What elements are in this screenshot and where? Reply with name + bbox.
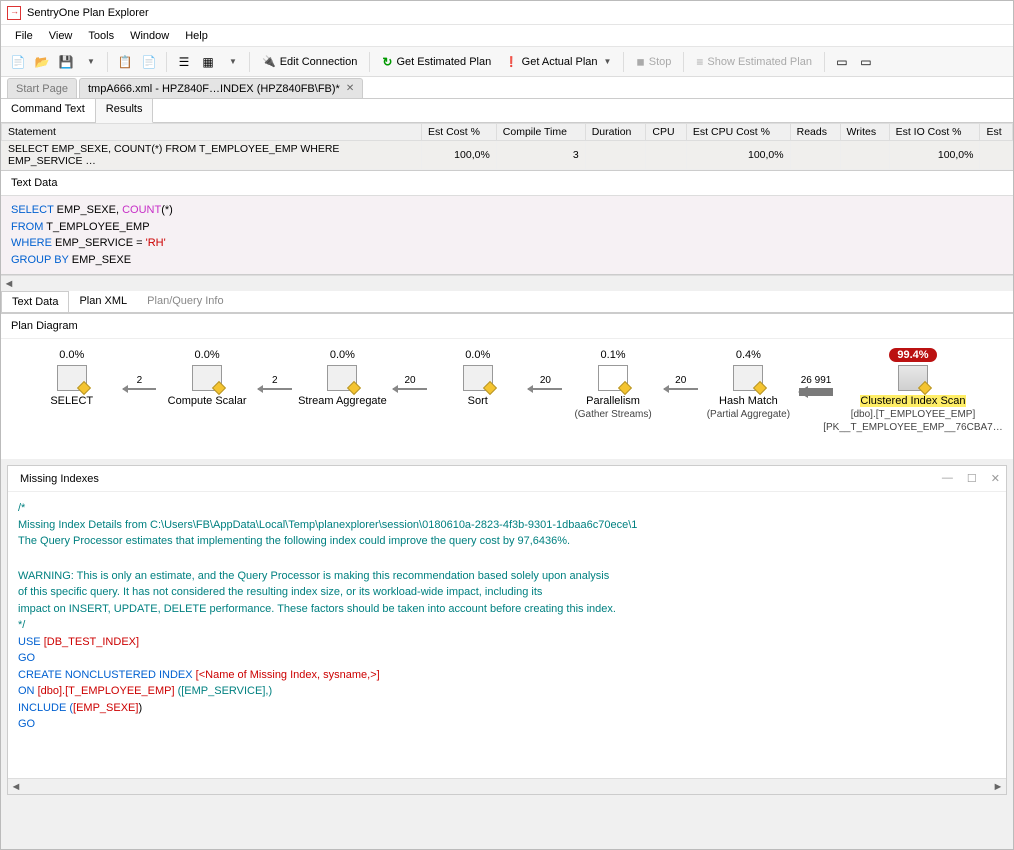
subtabs: Command Text Results [1,99,1013,123]
subtab-command-text[interactable]: Command Text [1,99,96,122]
col-duration[interactable]: Duration [585,124,646,141]
get-actual-plan-button[interactable]: Get Actual Plan▼ [499,51,617,73]
menu-window[interactable]: Window [122,30,177,42]
plan-node-compute-scalar[interactable]: 0.0% Compute Scalar [156,349,258,408]
plan-node-clustered-index-scan[interactable]: 99.4% Clustered Index Scan[dbo].[T_EMPLO… [833,349,993,435]
edit-connection-button[interactable]: Edit Connection [256,51,363,73]
missing-indexes-titlebar: Missing Indexes — ☐ ✕ [8,466,1006,492]
menu-tools[interactable]: Tools [80,30,122,42]
menu-view[interactable]: View [41,30,81,42]
minimize-icon[interactable]: — [942,472,953,485]
menu-file[interactable]: File [7,30,41,42]
plan-node-hash-match[interactable]: 0.4% Hash Match(Partial Aggregate) [698,349,800,421]
copy-button[interactable] [114,51,136,73]
tab-start-page[interactable]: Start Page [7,78,77,98]
text-data-header: Text Data [1,170,1013,196]
plan-arrow: 2 [258,375,292,390]
get-estimated-plan-button[interactable]: Get Estimated Plan [376,51,497,73]
maximize-icon[interactable]: ☐ [967,472,977,485]
view-mode-2-button[interactable] [855,51,877,73]
tab-active-file[interactable]: tmpA666.xml - HPZ840F…INDEX (HPZ840FB\FB… [79,78,363,98]
save-dropdown[interactable]: ▼ [79,51,101,73]
plan-node-stream-aggregate[interactable]: 0.0% Stream Aggregate [292,349,394,408]
open-button[interactable] [31,51,53,73]
paste-button[interactable] [138,51,160,73]
col-estcost[interactable]: Est Cost % [422,124,497,141]
table-row[interactable]: SELECT EMP_SEXE, COUNT(*) FROM T_EMPLOYE… [2,141,1013,170]
close-tab-icon[interactable]: ✕ [346,83,354,94]
menu-help[interactable]: Help [177,30,216,42]
close-icon[interactable]: ✕ [991,472,1000,485]
plan-arrow-thick: 26 991 [799,375,833,396]
col-estcpu[interactable]: Est CPU Cost % [686,124,790,141]
new-button[interactable] [7,51,29,73]
tab-text-data[interactable]: Text Data [1,291,69,312]
missing-scrollbar[interactable]: ◄► [8,778,1006,794]
document-tabs: Start Page tmpA666.xml - HPZ840F…INDEX (… [1,77,1013,99]
col-cpu[interactable]: CPU [646,124,687,141]
col-statement[interactable]: Statement [2,124,422,141]
plan-canvas[interactable]: 0.0% SELECT 2 0.0% Compute Scalar 2 0.0%… [1,339,1013,459]
title-bar: SentryOne Plan Explorer [1,1,1013,25]
plan-arrow: 20 [664,375,698,390]
tab-plan-query-info[interactable]: Plan/Query Info [137,291,233,312]
list-button[interactable] [173,51,195,73]
col-est-more[interactable]: Est [980,124,1013,141]
save-button[interactable] [55,51,77,73]
layout-button[interactable] [197,51,219,73]
missing-indexes-panel: Missing Indexes — ☐ ✕ /* Missing Index D… [7,465,1007,795]
subtab-results[interactable]: Results [96,99,154,123]
text-area-tabs: Text Data Plan XML Plan/Query Info [1,291,1013,313]
tab-plan-xml[interactable]: Plan XML [69,291,137,312]
show-estimated-plan-button: Show Estimated Plan [690,51,818,73]
plan-diagram-panel: Plan Diagram 0.0% SELECT 2 0.0% Compute … [1,313,1013,459]
plan-node-parallelism[interactable]: 0.1% Parallelism(Gather Streams) [562,349,664,421]
plan-node-sort[interactable]: 0.0% Sort [427,349,529,408]
col-compile[interactable]: Compile Time [496,124,585,141]
view-mode-1-button[interactable] [831,51,853,73]
sql-text[interactable]: SELECT EMP_SEXE, COUNT(*) FROM T_EMPLOYE… [1,196,1013,275]
plan-arrow: 20 [528,375,562,390]
sql-scrollbar[interactable]: ◄ [1,275,1013,291]
menu-bar: File View Tools Window Help [1,25,1013,47]
plan-diagram-header: Plan Diagram [1,314,1013,339]
statement-grid: Statement Est Cost % Compile Time Durati… [1,123,1013,170]
col-estio[interactable]: Est IO Cost % [889,124,980,141]
col-writes[interactable]: Writes [840,124,889,141]
app-title: SentryOne Plan Explorer [27,7,149,19]
app-icon [7,6,21,20]
toolbar: ▼ ▼ Edit Connection Get Estimated Plan G… [1,47,1013,77]
col-reads[interactable]: Reads [790,124,840,141]
stop-button: Stop [630,51,677,73]
layout-dropdown[interactable]: ▼ [221,51,243,73]
missing-indexes-title: Missing Indexes [20,473,99,485]
missing-indexes-body[interactable]: /* Missing Index Details from C:\Users\F… [8,492,1006,778]
plan-node-select[interactable]: 0.0% SELECT [21,349,123,408]
plan-arrow: 2 [123,375,157,390]
plan-arrow: 20 [393,375,427,390]
